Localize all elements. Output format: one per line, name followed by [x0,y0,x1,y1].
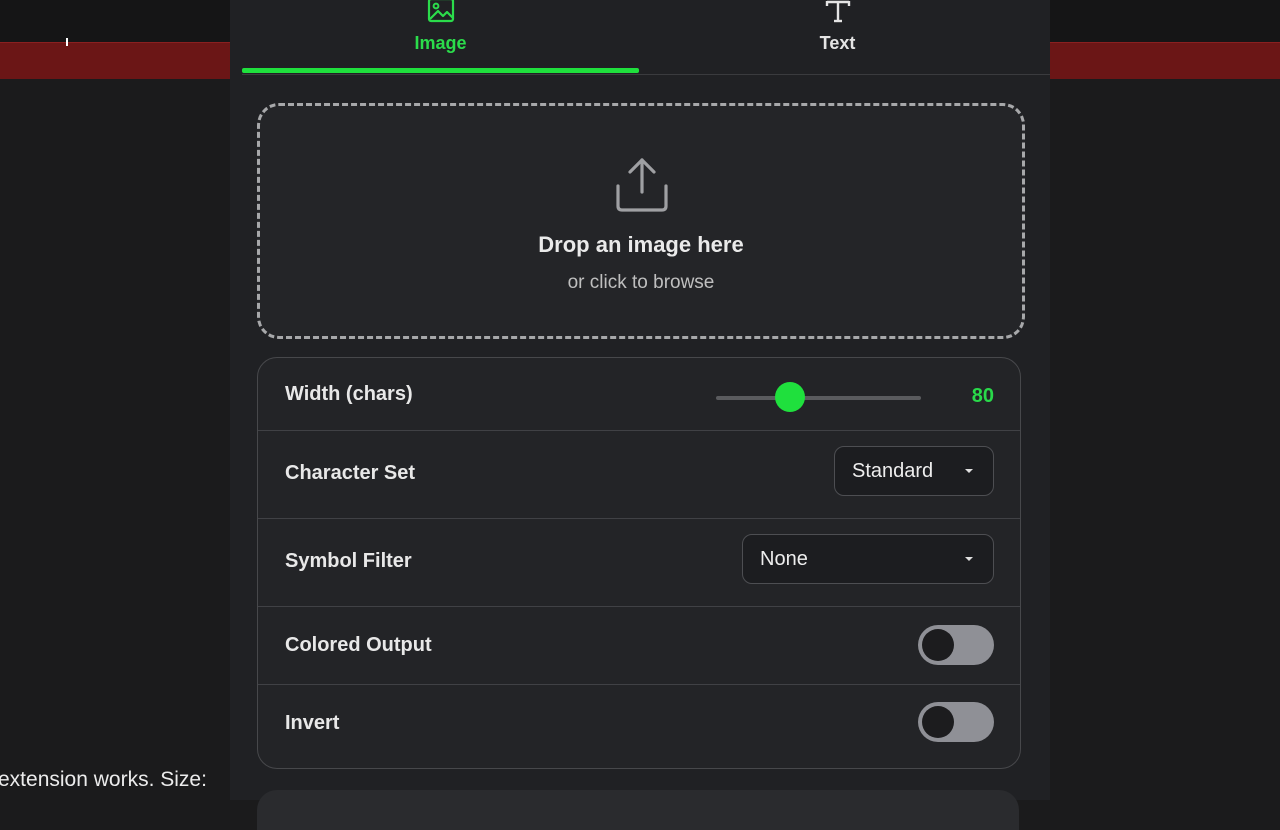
dropzone-subtitle: or click to browse [567,272,715,293]
colored-output-setting-row: Colored Output [258,606,1020,685]
image-icon [427,0,455,29]
tab-text[interactable]: Text [639,0,1036,74]
invert-toggle[interactable] [918,702,994,742]
tab-image-label: Image [414,33,467,53]
tab-text-label: Text [819,33,856,53]
toggle-knob [922,629,954,661]
charset-select[interactable]: Standard [834,446,994,496]
chevron-down-icon [965,557,973,561]
invert-setting-row: Invert [258,684,1020,768]
symbol-filter-setting-row: Symbol Filter None [258,518,1020,607]
chevron-down-icon [965,469,973,473]
width-setting-row: Width (chars) 80 [258,358,1020,431]
invert-label: Invert [285,712,340,734]
colored-output-label: Colored Output [285,634,432,656]
active-tab-indicator [242,68,639,73]
width-slider-thumb[interactable] [774,382,805,412]
symbol-filter-label: Symbol Filter [285,550,412,572]
charset-label: Character Set [285,462,416,484]
width-value: 80 [971,385,994,407]
settings-card: Width (chars) 80 Character Set Standard … [257,357,1021,769]
symbol-filter-selected-value: None [760,548,808,570]
background-status-text: extension works. Size: [0,768,207,791]
next-section-card [257,790,1019,830]
image-dropzone[interactable]: Drop an image here or click to browse [257,103,1025,339]
background-text-cursor [66,38,68,46]
width-label: Width (chars) [285,383,413,405]
width-slider-track[interactable] [716,396,921,400]
tab-image[interactable]: Image [242,0,639,74]
toggle-knob [922,706,954,738]
charset-setting-row: Character Set Standard [258,430,1020,519]
text-icon [824,0,852,29]
popup-panel: Image Text Drop an image here or click t… [230,0,1050,830]
charset-selected-value: Standard [852,460,934,482]
dropzone-title: Drop an image here [538,232,744,257]
colored-output-toggle[interactable] [918,625,994,665]
symbol-filter-select[interactable]: None [742,534,994,584]
tab-bar: Image Text [242,0,1050,75]
upload-icon [612,156,672,221]
